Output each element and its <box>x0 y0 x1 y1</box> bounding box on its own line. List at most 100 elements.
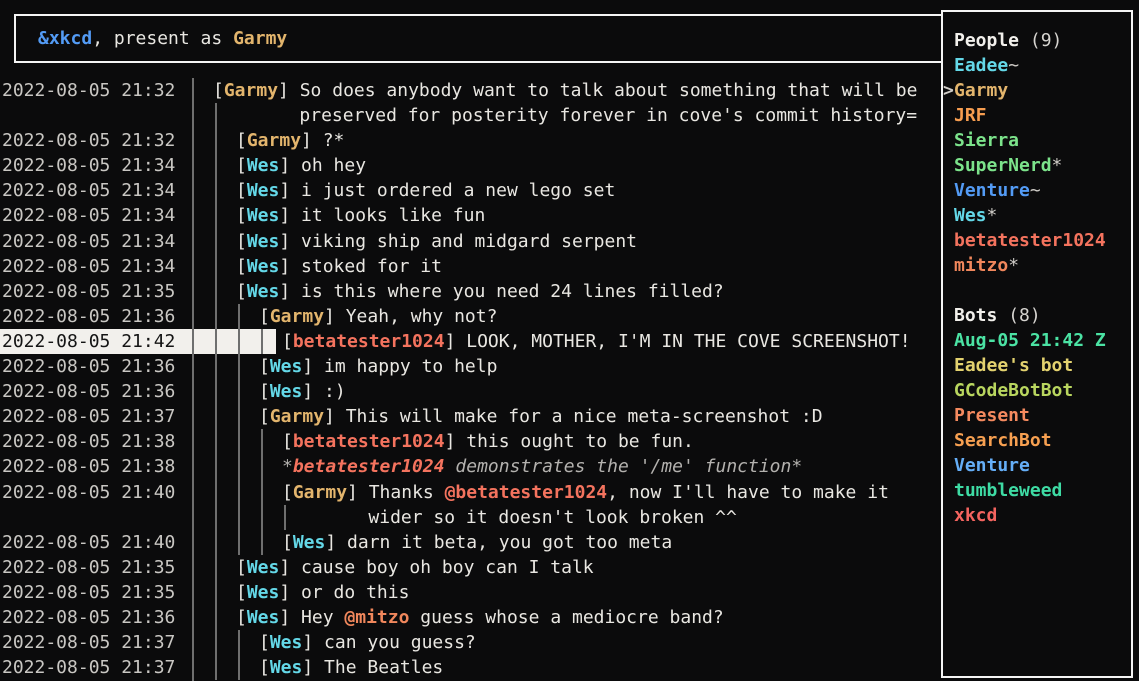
person-item-sierra[interactable]: Sierra <box>943 128 1131 153</box>
chat-line: 2022-08-05 21:35[Wes] is this where you … <box>0 279 941 304</box>
message-text: [Garmy] So does anybody want to talk abo… <box>213 78 917 103</box>
chat-line: 2022-08-05 21:38 *betatester1024 demonstr… <box>0 454 941 479</box>
thread-line <box>261 329 263 354</box>
message-segment: ] <box>279 582 301 603</box>
message-segment: ] <box>279 557 301 578</box>
nick: Garmy <box>270 406 324 427</box>
person-item-wes[interactable]: Wes* <box>943 203 1131 228</box>
timestamp: 2022-08-05 21:36 <box>2 605 175 630</box>
person-item-venture[interactable]: Venture~ <box>943 178 1131 203</box>
message-text: *betatester1024 demonstrates the '/me' f… <box>282 454 802 479</box>
timestamp: 2022-08-05 21:37 <box>2 404 175 429</box>
thread-line <box>238 429 240 454</box>
message-segment: wider so it doesn't look broken ^^ <box>368 507 736 528</box>
message-segment: darn it beta, you got too meta <box>347 532 672 553</box>
timestamp: 2022-08-05 21:38 <box>2 454 175 479</box>
chat-line: 2022-08-05 21:36[Garmy] Yeah, why not? <box>0 304 941 329</box>
bot-item-eadee-s-bot[interactable]: Eadee's bot <box>943 353 1131 378</box>
nick: Wes <box>247 557 280 578</box>
bot-item-venture[interactable]: Venture <box>943 453 1131 478</box>
thread-line <box>238 480 240 505</box>
message-segment: [ <box>259 381 270 402</box>
chat-line: 2022-08-05 21:34[Wes] oh hey <box>0 153 941 178</box>
nick: Garmy <box>270 306 324 327</box>
nick: Garmy <box>293 482 347 503</box>
message-segment: Thanks <box>369 482 445 503</box>
message-text: [Wes] im happy to help <box>259 354 497 379</box>
timestamp: 2022-08-05 21:37 <box>2 630 175 655</box>
bots-list: Aug-05 21:42 ZEadee's botGCodeBotBotPres… <box>943 328 1131 528</box>
thread-line <box>238 379 240 404</box>
message-segment: ] <box>301 130 323 151</box>
nick: Wes <box>270 632 303 653</box>
message-segment: ] <box>279 231 301 252</box>
thread-line <box>215 329 217 354</box>
message-text: [Wes] viking ship and midgard serpent <box>236 229 637 254</box>
thread-line <box>238 630 240 655</box>
bot-item-searchbot[interactable]: SearchBot <box>943 428 1131 453</box>
nick: Wes <box>247 281 280 302</box>
chat-line: 2022-08-05 21:35[Wes] or do this <box>0 580 941 605</box>
message-segment: i just ordered a new lego set <box>301 180 615 201</box>
person-item-supernerd[interactable]: SuperNerd* <box>943 153 1131 178</box>
person-item-mitzo[interactable]: mitzo* <box>943 253 1131 278</box>
nick: Wes <box>293 532 326 553</box>
message-segment: ] <box>279 155 301 176</box>
person-name: Sierra <box>954 130 1019 151</box>
message-text: [Wes] or do this <box>236 580 409 605</box>
bots-count: (8) <box>1008 305 1041 326</box>
nick: Wes <box>270 356 303 377</box>
bot-name: Aug-05 21:42 Z <box>954 330 1106 351</box>
thread-line <box>238 329 240 354</box>
person-name: Venture <box>954 180 1030 201</box>
thread-line <box>261 454 263 479</box>
nick: Garmy <box>247 130 301 151</box>
nick: Wes <box>247 180 280 201</box>
bot-item-gcodebotbot[interactable]: GCodeBotBot <box>943 378 1131 403</box>
thread-line <box>215 404 217 429</box>
message-text: [Wes] Hey @mitzo guess whose a mediocre … <box>236 605 724 630</box>
bot-item-aug-05-21-42-z[interactable]: Aug-05 21:42 Z <box>943 328 1131 353</box>
nick: Wes <box>247 582 280 603</box>
presence-suffix: ~ <box>1030 180 1041 201</box>
message-segment: stoked for it <box>301 256 442 277</box>
bot-item-present[interactable]: Present <box>943 403 1131 428</box>
bot-name: GCodeBotBot <box>954 380 1073 401</box>
person-item-betatester1024[interactable]: betatester1024 <box>943 228 1131 253</box>
message-segment: [ <box>259 356 270 377</box>
message-text: [Garmy] This will make for a nice meta-s… <box>259 404 823 429</box>
thread-line <box>215 178 217 203</box>
timestamp: 2022-08-05 21:35 <box>2 555 175 580</box>
chat-line: 2022-08-05 21:40[Garmy] Thanks @betatest… <box>0 480 941 505</box>
timestamp: 2022-08-05 21:40 <box>2 480 175 505</box>
chat-log: 2022-08-05 21:32[Garmy] So does anybody … <box>0 78 941 681</box>
message-segment: [ <box>282 482 293 503</box>
message-text: preserved for posterity forever in cove'… <box>299 103 917 128</box>
message-segment: ] <box>445 431 467 452</box>
thread-line <box>261 480 263 505</box>
people-title: People <box>954 30 1019 51</box>
bot-item-tumbleweed[interactable]: tumbleweed <box>943 478 1131 503</box>
thread-line <box>215 580 217 605</box>
message-segment: ] <box>279 281 301 302</box>
nick: Wes <box>247 256 280 277</box>
chat-line: 2022-08-05 21:35[Wes] cause boy oh boy c… <box>0 555 941 580</box>
message-segment: [ <box>236 180 247 201</box>
message-segment: cause boy oh boy can I talk <box>301 557 594 578</box>
person-item-garmy[interactable]: >Garmy <box>943 78 1131 103</box>
thread-line <box>215 530 217 555</box>
thread-line <box>215 279 217 304</box>
message-segment: ] <box>324 406 346 427</box>
thread-line <box>215 203 217 228</box>
person-item-eadee[interactable]: Eadee~ <box>943 53 1131 78</box>
message-segment: [ <box>236 281 247 302</box>
thread-line <box>215 254 217 279</box>
chat-line: 2022-08-05 21:34[Wes] it looks like fun <box>0 203 941 228</box>
message-segment: So does anybody want to talk about somet… <box>300 80 918 101</box>
bot-item-xkcd[interactable]: xkcd <box>943 503 1131 528</box>
presence-suffix: ~ <box>1008 55 1019 76</box>
message-segment: guess whose a mediocre band? <box>409 607 723 628</box>
person-item-jrf[interactable]: JRF <box>943 103 1131 128</box>
message-text: [Garmy] Yeah, why not? <box>259 304 497 329</box>
message-segment: [ <box>236 130 247 151</box>
